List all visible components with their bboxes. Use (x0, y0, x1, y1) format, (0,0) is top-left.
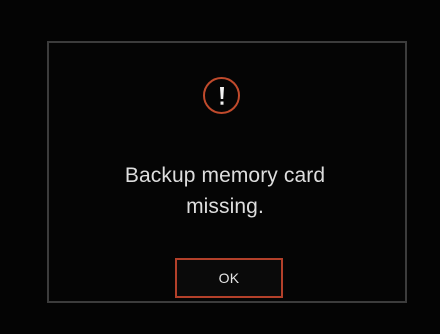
alert-message-line-2: missing. (186, 195, 264, 218)
ok-button[interactable]: OK (175, 258, 283, 298)
alert-message: Backup memory card missing. (60, 160, 390, 222)
ok-button-label: OK (218, 270, 240, 286)
camera-screen: Backup memory card missing. OK (0, 0, 440, 334)
exclamation-alert-icon (203, 77, 240, 114)
alert-message-line-1: Backup memory card (124, 164, 326, 187)
